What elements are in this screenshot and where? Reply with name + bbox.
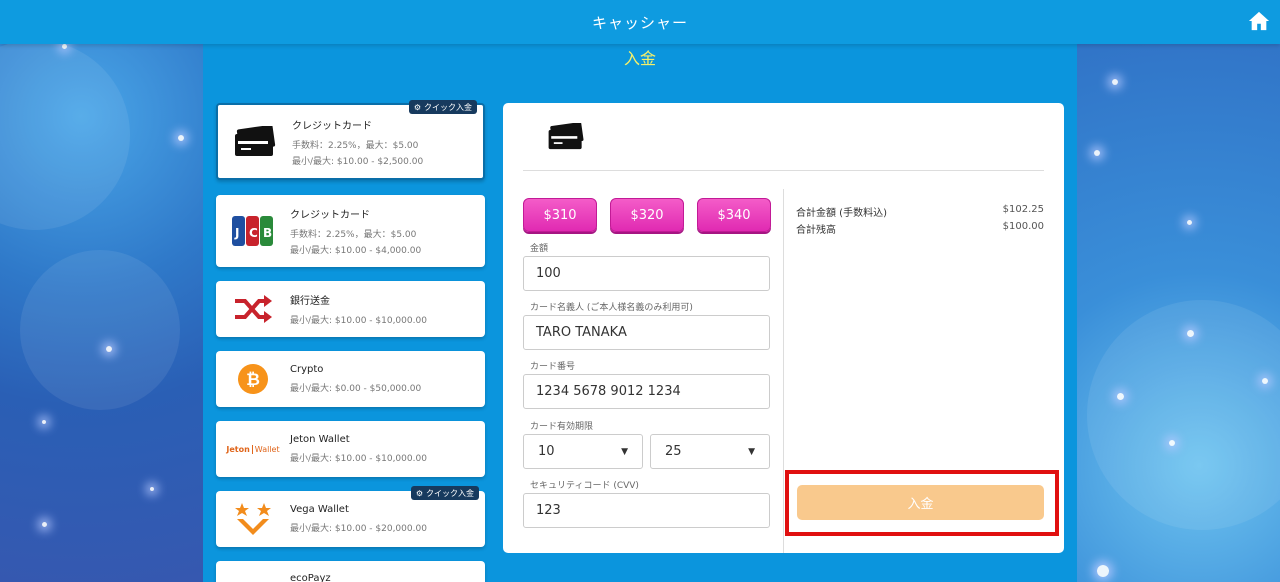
app-title: キャッシャー	[591, 13, 688, 32]
amount-button-340[interactable]: $340	[697, 198, 771, 232]
method-vega-wallet[interactable]: ⚙ クイック入金 Vega Wallet 最小/最大: $10.00 - $20…	[216, 486, 485, 547]
method-name: ecoPayz	[290, 573, 331, 582]
credit-card-icon	[218, 125, 292, 158]
gear-icon: ⚙	[415, 488, 423, 498]
home-button[interactable]	[1248, 10, 1270, 32]
gear-icon: ⚙	[413, 102, 421, 112]
top-bar: キャッシャー	[0, 0, 1280, 44]
expiry-month-select[interactable]: 10 ▼	[523, 434, 643, 469]
method-name: Jeton Wallet	[290, 434, 350, 445]
deposit-panel: $310 $320 $340 金額 100 カード名義人 (ご本人様名義のみ利用…	[503, 103, 1064, 553]
amount-input[interactable]: 100	[523, 256, 770, 291]
amount-button-320[interactable]: $320	[610, 198, 684, 232]
method-name: Crypto	[290, 364, 324, 375]
total-amount-row: 合計金額 (手数料込) $102.25	[796, 204, 1044, 219]
method-name: 銀行送金	[290, 296, 330, 307]
ecopayz-logo	[216, 573, 290, 582]
card-number-label: カード番号	[530, 362, 576, 372]
payment-method-list: ⚙ クイック入金 クレジットカード 手数料：2.25%，最大：$5.00 最小/…	[216, 100, 486, 582]
card-expiry-label: カード有効期限	[530, 422, 594, 432]
vega-wallet-logo	[216, 502, 290, 536]
cvv-label: セキュリティコード (CVV)	[530, 481, 639, 491]
method-limits: 最小/最大: $10.00 - $10,000.00	[290, 454, 427, 464]
divider	[523, 170, 1044, 171]
svg-text:C: C	[249, 226, 258, 240]
amount-label: 金額	[530, 244, 549, 254]
svg-text:J: J	[234, 226, 239, 240]
chevron-down-icon: ▼	[748, 446, 755, 457]
method-credit-card-jcb[interactable]: J C B クレジットカード 手数料：2.25%，最大：$5.00 最小/最大:…	[216, 195, 485, 267]
deposit-submit-button[interactable]: 入金	[797, 485, 1044, 520]
page-title: 入金	[623, 49, 656, 68]
credit-card-icon	[546, 122, 586, 155]
bitcoin-icon: ₿	[216, 363, 290, 395]
card-number-input[interactable]: 1234 5678 9012 1234	[523, 374, 770, 409]
method-jeton-wallet[interactable]: Jeton Wallet Jeton Wallet 最小/最大: $10.00 …	[216, 421, 485, 477]
svg-text:B: B	[263, 226, 272, 240]
jcb-logo: J C B	[216, 215, 290, 247]
method-fee: 手数料：2.25%，最大：$5.00	[292, 140, 419, 151]
amount-button-310[interactable]: $310	[523, 198, 597, 232]
method-limits: 最小/最大: $10.00 - $4,000.00	[290, 246, 422, 256]
method-limits: 最小/最大: $10.00 - $10,000.00	[290, 316, 427, 326]
card-holder-input[interactable]: TARO TANAKA	[523, 315, 770, 350]
method-bank-transfer[interactable]: 銀行送金 最小/最大: $10.00 - $10,000.00	[216, 281, 485, 337]
method-name: Vega Wallet	[290, 504, 349, 515]
method-ecopayz[interactable]: ecoPayz	[216, 561, 485, 582]
cvv-input[interactable]: 123	[523, 493, 770, 528]
card-holder-label: カード名義人 (ご本人様名義のみ利用可)	[530, 303, 693, 313]
shuffle-arrows-icon	[216, 294, 290, 324]
quick-deposit-badge: ⚙ クイック入金	[408, 100, 477, 114]
home-icon	[1248, 11, 1270, 31]
deposit-summary: 合計金額 (手数料込) $102.25 合計残高 $100.00	[796, 204, 1044, 238]
expiry-year-select[interactable]: 25 ▼	[650, 434, 770, 469]
method-credit-card[interactable]: ⚙ クイック入金 クレジットカード 手数料：2.25%，最大：$5.00 最小/…	[216, 100, 485, 180]
method-limits: 最小/最大: $0.00 - $50,000.00	[290, 384, 422, 394]
column-divider	[783, 189, 784, 553]
left-background	[0, 0, 203, 582]
total-balance-row: 合計残高 $100.00	[796, 221, 1044, 236]
method-crypto[interactable]: ₿ Crypto 最小/最大: $0.00 - $50,000.00	[216, 351, 485, 407]
method-fee: 手数料：2.25%，最大：$5.00	[290, 230, 417, 240]
jeton-wallet-logo: Jeton Wallet	[226, 444, 280, 454]
method-limits: 最小/最大: $10.00 - $20,000.00	[290, 524, 427, 534]
svg-text:₿: ₿	[246, 370, 260, 390]
right-background	[1077, 0, 1280, 582]
method-limits: 最小/最大: $10.00 - $2,500.00	[292, 156, 424, 167]
quick-deposit-badge: ⚙ クイック入金	[410, 486, 479, 500]
quick-amount-buttons: $310 $320 $340	[523, 198, 771, 232]
chevron-down-icon: ▼	[621, 446, 628, 457]
method-name: クレジットカード	[292, 120, 372, 132]
cashier-main: 入金 ⚙ クイック入金 クレジットカード 手数料：2.25%，最大：$5.00 …	[203, 44, 1077, 582]
method-name: クレジットカード	[290, 210, 370, 221]
